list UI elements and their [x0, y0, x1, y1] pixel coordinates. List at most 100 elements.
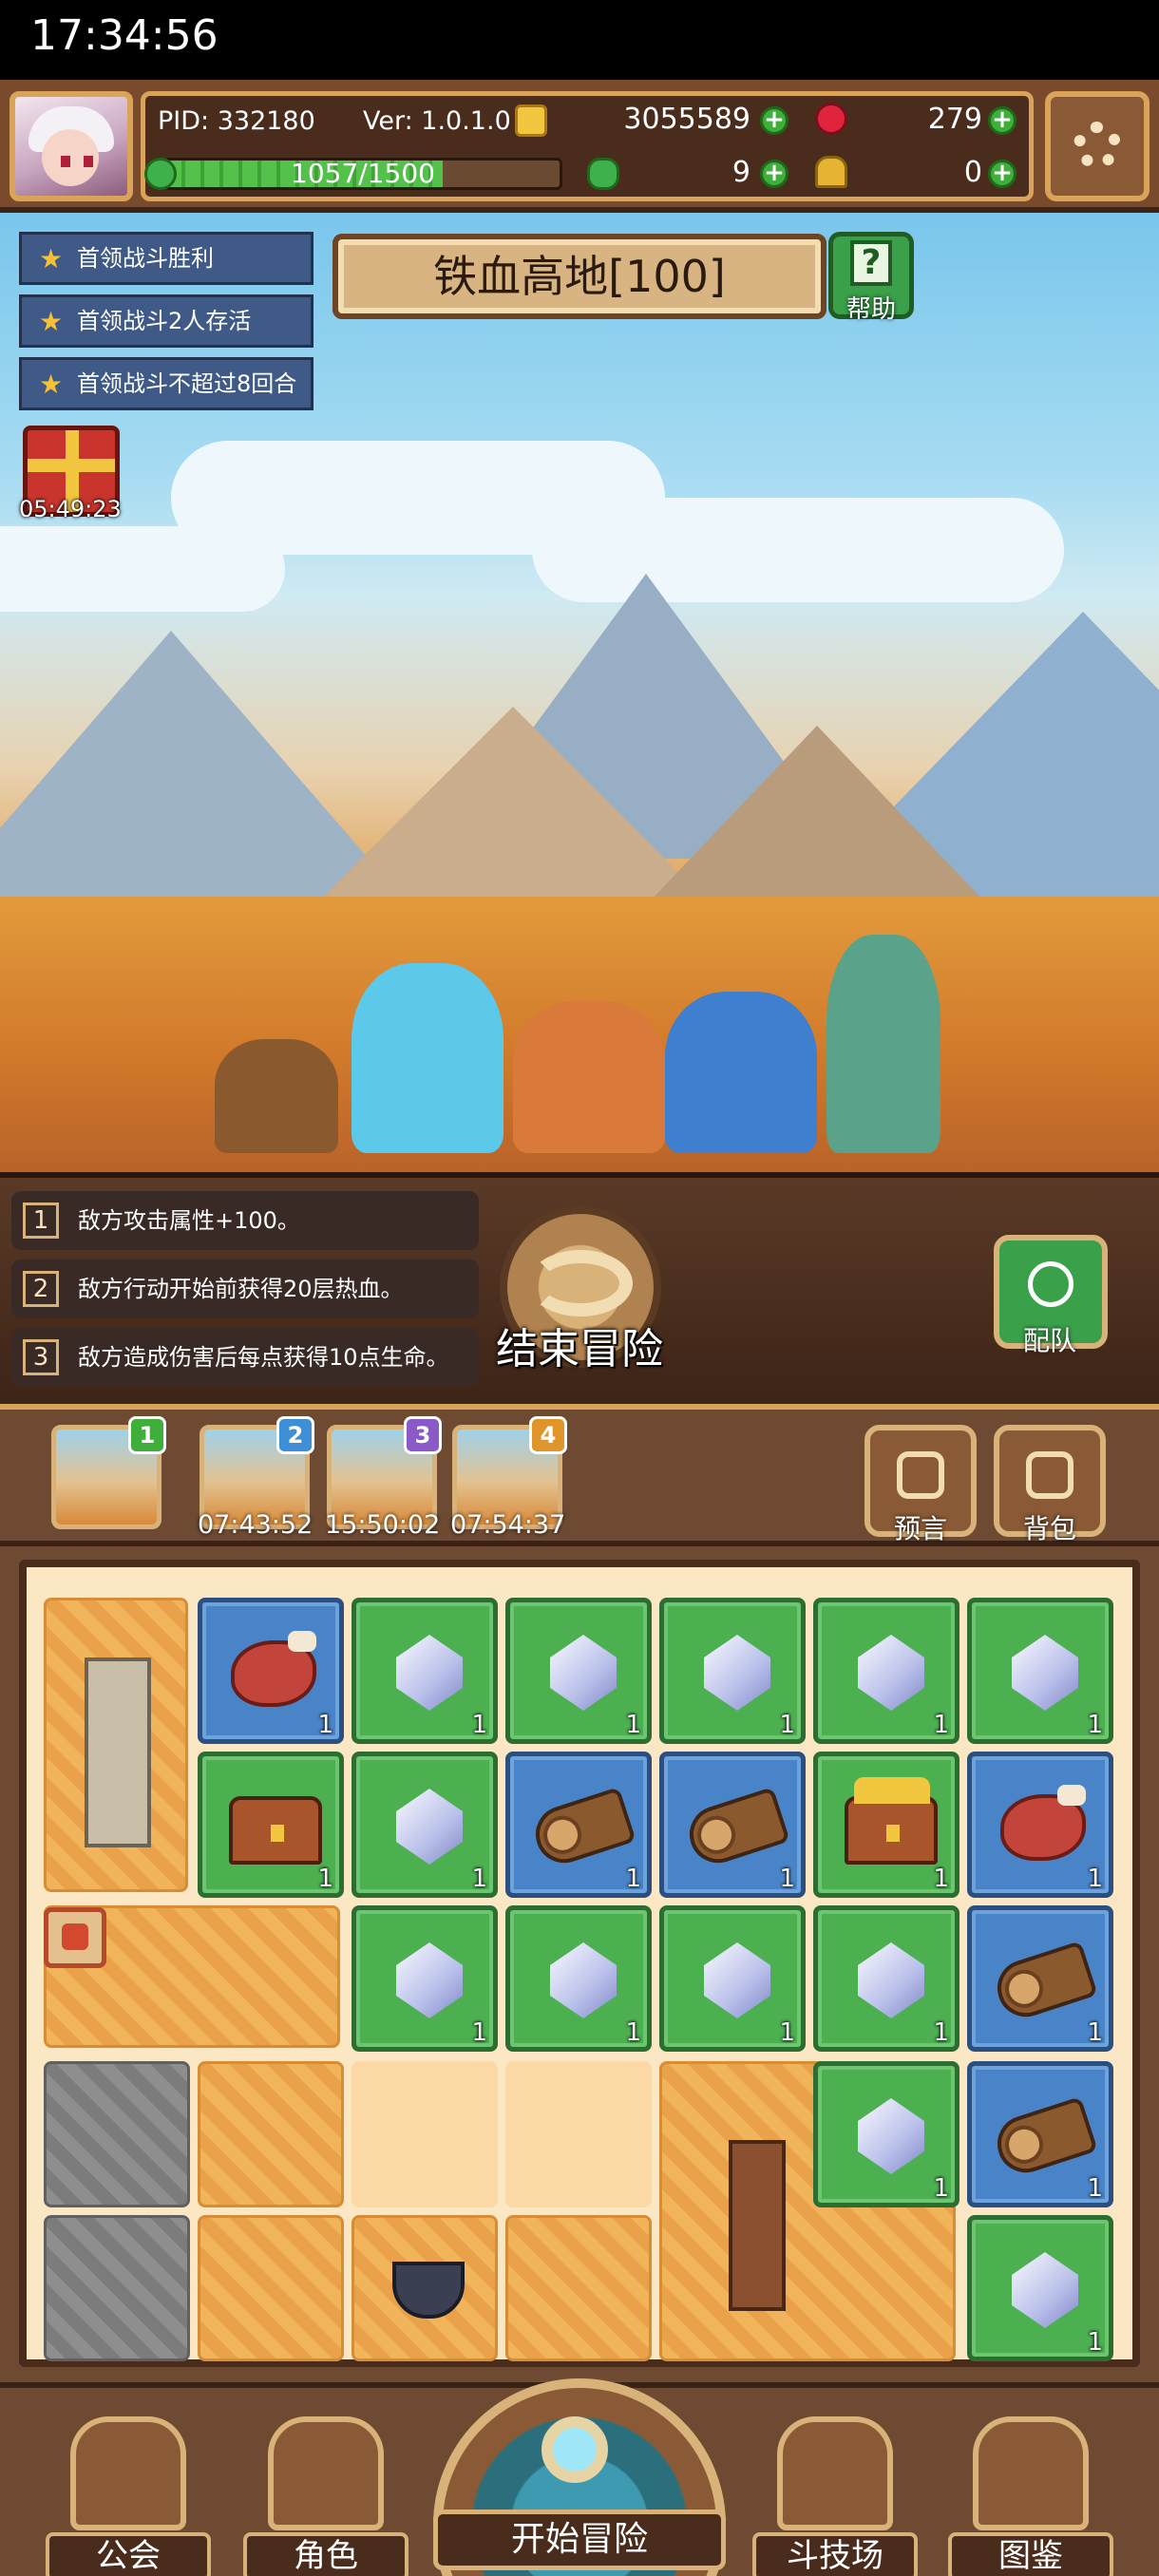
- map-slot-1[interactable]: 1: [51, 1416, 166, 1529]
- item-count: 1: [933, 2018, 949, 2047]
- end-adventure-label[interactable]: 结束冒险: [484, 1315, 674, 1375]
- statue-sprite: [85, 1657, 151, 1847]
- add-ruby-button[interactable]: +: [988, 106, 1016, 135]
- terrain-statue-tile: [44, 1598, 188, 1892]
- player-position-marker: [44, 1907, 106, 1968]
- gear-icon: [1074, 122, 1121, 169]
- avatar-eye-icon: [61, 156, 70, 167]
- cooking-pot-tile[interactable]: [352, 2215, 498, 2361]
- help-button[interactable]: ? 帮助: [828, 232, 914, 324]
- energy-icon: [144, 158, 177, 190]
- cooking-pot-icon: [392, 2262, 465, 2319]
- effect-number: 2: [23, 1271, 59, 1307]
- bunny-girl-sprite: [826, 935, 940, 1153]
- item-chest[interactable]: 1: [198, 1752, 344, 1898]
- add-clover-button[interactable]: +: [760, 160, 788, 188]
- meat-icon: [1000, 1785, 1086, 1861]
- gift-timer: 05:49:23: [19, 496, 122, 522]
- log-ring: [692, 1810, 741, 1859]
- item-crystal[interactable]: 1: [352, 1905, 498, 2052]
- crystal-icon: [1012, 2252, 1078, 2328]
- quest-label: 首领战斗不超过8回合: [77, 370, 297, 397]
- nav-arena[interactable]: 斗技场: [752, 2416, 918, 2576]
- return-arrow-icon: [528, 1250, 633, 1316]
- key-amount: 0: [963, 156, 982, 189]
- item-log[interactable]: 1: [659, 1752, 806, 1898]
- item-meat[interactable]: 1: [198, 1598, 344, 1744]
- stage-title: 铁血高地[100]: [332, 234, 826, 319]
- item-gold-chest[interactable]: 1: [813, 1752, 960, 1898]
- effect-row: 3 敌方造成伤害后每点获得10点生命。: [11, 1328, 479, 1387]
- star-icon: ★: [39, 306, 64, 337]
- item-count: 1: [625, 1711, 641, 1739]
- player-marker-icon: [62, 1923, 88, 1950]
- item-crystal[interactable]: 1: [967, 2215, 1113, 2361]
- energy-bar: 1057/1500: [163, 158, 562, 190]
- item-crystal[interactable]: 1: [352, 1598, 498, 1744]
- player-avatar[interactable]: [10, 91, 133, 201]
- quest-two-survive: ★ 首领战斗2人存活: [19, 294, 314, 348]
- sand-tile: [198, 2215, 344, 2361]
- item-crystal[interactable]: 1: [659, 1598, 806, 1744]
- item-crystal[interactable]: 1: [352, 1752, 498, 1898]
- crystal-icon: [396, 1789, 463, 1865]
- crystal-icon: [704, 1635, 770, 1711]
- item-count: 1: [933, 2174, 949, 2203]
- status-bar: 17:34:56: [0, 0, 1159, 80]
- gold-chest-icon: [845, 1777, 938, 1865]
- log-ring: [999, 2120, 1049, 2169]
- ruby-icon: [815, 103, 847, 135]
- crystal-icon: [858, 2098, 924, 2174]
- item-crystal[interactable]: 1: [505, 1905, 652, 2052]
- quest-under-8-rounds: ★ 首领战斗不超过8回合: [19, 357, 314, 410]
- slot-badge: 2: [276, 1416, 314, 1454]
- mountain: [627, 726, 1007, 925]
- stone-tile: [44, 2215, 190, 2361]
- log-icon: [990, 2096, 1098, 2180]
- gift-ribbon: [28, 459, 115, 472]
- team-icon: [1028, 1261, 1074, 1307]
- resource-bar: [0, 80, 1159, 213]
- dragon-girl-sprite: [665, 992, 817, 1153]
- nav-character-label: 角色: [243, 2532, 408, 2576]
- sand-tile: [198, 2061, 344, 2207]
- item-crystal[interactable]: 1: [967, 1598, 1113, 1744]
- item-count: 1: [317, 1865, 333, 1893]
- settings-button[interactable]: [1045, 91, 1150, 201]
- nav-guild-label: 公会: [46, 2532, 211, 2576]
- meat-icon: [231, 1631, 316, 1707]
- slot-timer: 07:43:52: [198, 1510, 314, 1540]
- effect-text: 敌方攻击属性+100。: [78, 1207, 300, 1234]
- add-gold-button[interactable]: +: [760, 106, 788, 135]
- nav-codex[interactable]: 图鉴: [948, 2416, 1113, 2576]
- nav-start-adventure[interactable]: 开始冒险: [433, 2378, 726, 2576]
- item-count: 1: [1087, 2018, 1103, 2047]
- item-count: 1: [933, 1711, 949, 1739]
- bottom-navigation: 公会 角色 开始冒险 斗技场 图鉴: [0, 2378, 1159, 2576]
- effect-number: 3: [23, 1339, 59, 1375]
- item-crystal[interactable]: 1: [813, 2061, 960, 2207]
- character-portrait-icon: [268, 2416, 384, 2530]
- quest-label: 首领战斗2人存活: [77, 308, 252, 334]
- add-key-button[interactable]: +: [988, 160, 1016, 188]
- empty-tile: [505, 2061, 652, 2207]
- item-crystal[interactable]: 1: [813, 1598, 960, 1744]
- campfire-sprite: [513, 1001, 665, 1153]
- nav-start-label: 开始冒险: [433, 2510, 726, 2570]
- item-log[interactable]: 1: [967, 1905, 1113, 2052]
- crystal-icon: [858, 1942, 924, 2018]
- question-icon: ?: [850, 240, 892, 286]
- bone-icon: [1057, 1785, 1086, 1806]
- slot-timer: 15:50:02: [325, 1510, 441, 1540]
- item-log[interactable]: 1: [505, 1752, 652, 1898]
- item-count: 1: [471, 2018, 487, 2047]
- item-crystal[interactable]: 1: [813, 1905, 960, 2052]
- item-crystal[interactable]: 1: [659, 1905, 806, 2052]
- item-meat[interactable]: 1: [967, 1752, 1113, 1898]
- nav-guild[interactable]: 公会: [46, 2416, 211, 2576]
- clover-icon: [587, 158, 619, 190]
- crystal-icon: [704, 1942, 770, 2018]
- item-log[interactable]: 1: [967, 2061, 1113, 2207]
- item-crystal[interactable]: 1: [505, 1598, 652, 1744]
- nav-character[interactable]: 角色: [243, 2416, 408, 2576]
